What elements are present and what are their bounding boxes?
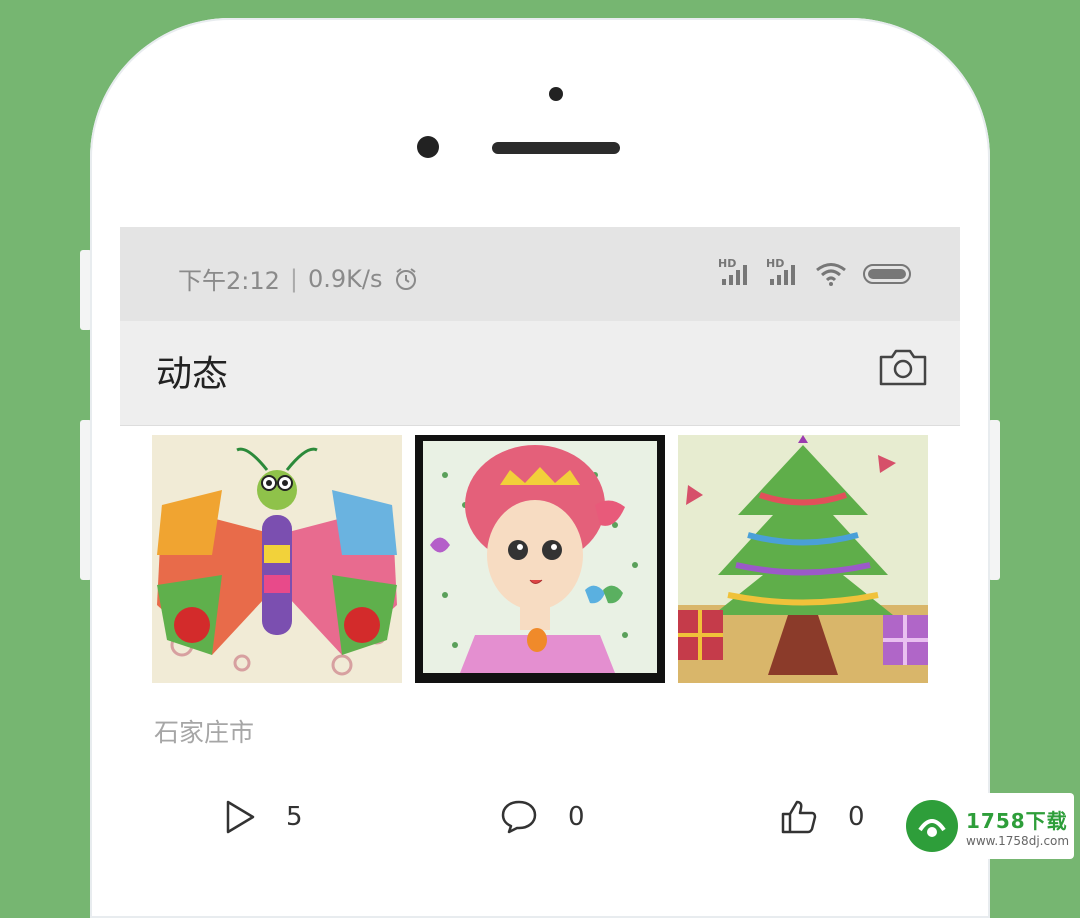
likes-stat[interactable]: 0 bbox=[780, 799, 865, 835]
status-separator: | bbox=[289, 264, 298, 293]
post-image-princess[interactable] bbox=[415, 435, 665, 683]
proximity-sensor bbox=[549, 87, 563, 101]
plays-stat[interactable]: 5 bbox=[224, 799, 303, 835]
page-header: 动态 bbox=[120, 321, 960, 426]
post-image-christmas-tree[interactable] bbox=[678, 435, 928, 683]
comments-count: 0 bbox=[568, 802, 585, 832]
comment-icon bbox=[501, 800, 537, 834]
camera-icon[interactable] bbox=[878, 347, 928, 387]
brand-logo-icon bbox=[906, 800, 958, 852]
post-location: 石家庄市 bbox=[154, 718, 255, 747]
app-screen: 下午2:12 | 0.9K/s HD HD 动态 石家庄市 5 0 0 bbox=[120, 227, 960, 867]
wifi-icon bbox=[816, 263, 846, 286]
signal-icon-2: HD bbox=[766, 257, 800, 287]
signal-icon-1: HD bbox=[718, 257, 752, 287]
alarm-icon bbox=[395, 267, 416, 290]
front-camera bbox=[417, 136, 439, 158]
play-icon bbox=[226, 800, 255, 834]
network-speed: 0.9K/s bbox=[308, 264, 383, 293]
likes-count: 0 bbox=[848, 802, 865, 832]
comments-stat[interactable]: 0 bbox=[500, 799, 585, 835]
status-bar: 下午2:12 | 0.9K/s HD HD bbox=[120, 227, 960, 321]
plays-count: 5 bbox=[286, 802, 303, 832]
page-title: 动态 bbox=[156, 354, 229, 395]
thumbs-up-icon bbox=[781, 800, 817, 834]
post-image-butterfly[interactable] bbox=[152, 435, 402, 683]
status-time: 下午2:12 bbox=[178, 267, 280, 295]
brand-name: 1758下载 bbox=[966, 808, 1068, 833]
battery-icon bbox=[863, 264, 911, 284]
brand-url: www.1758dj.com bbox=[966, 833, 1070, 848]
watermark-badge: 1758下载 www.1758dj.com bbox=[896, 793, 1074, 859]
earpiece-speaker bbox=[492, 142, 620, 154]
